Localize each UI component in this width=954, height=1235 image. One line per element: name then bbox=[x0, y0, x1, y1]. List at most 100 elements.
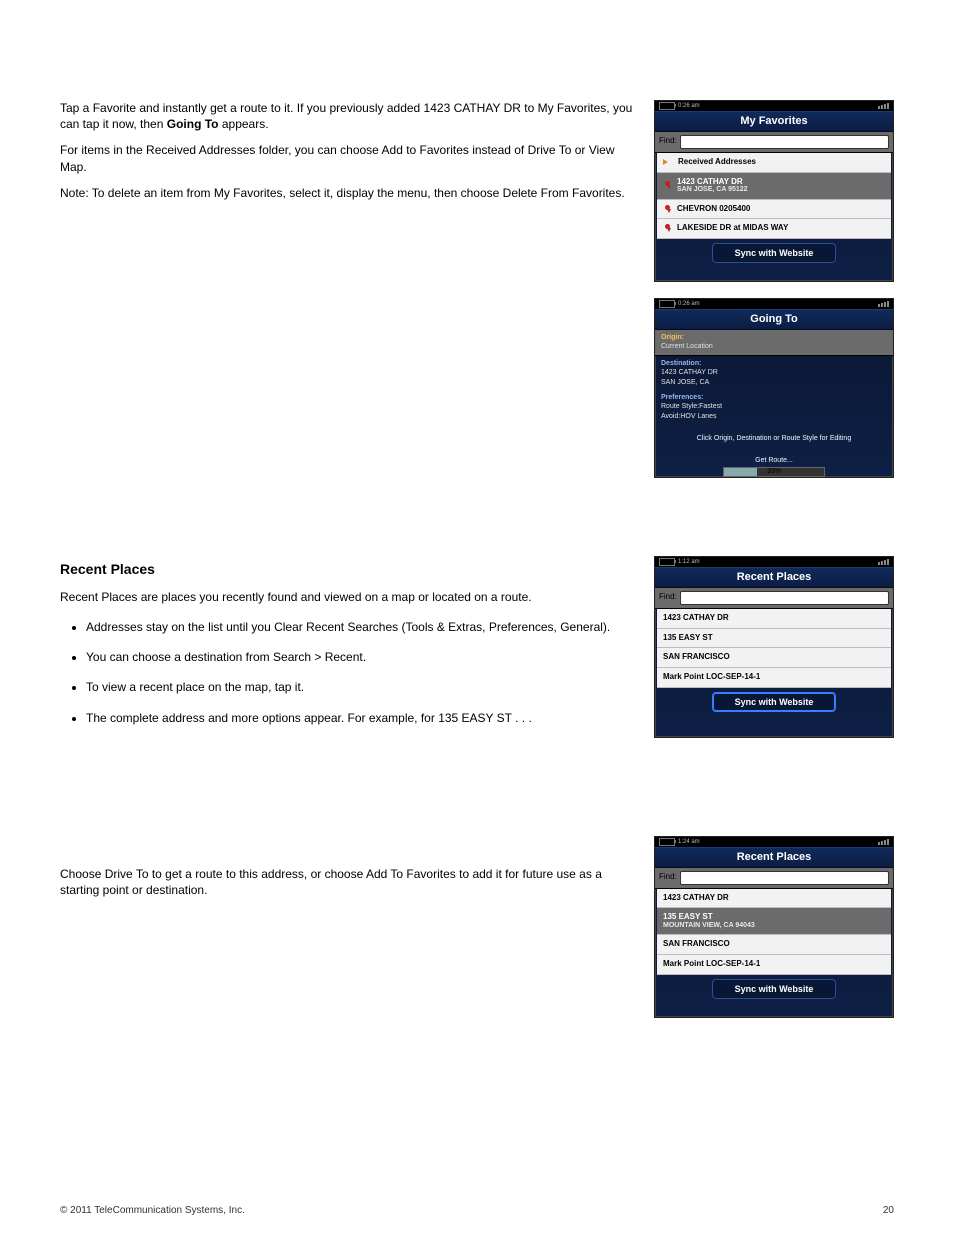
row-label: SAN FRANCISCO bbox=[663, 652, 730, 663]
recent-bullet: The complete address and more options ap… bbox=[86, 710, 634, 726]
status-bar: 0:26 am bbox=[655, 299, 893, 309]
origin-field[interactable]: Origin: Current Location bbox=[655, 330, 893, 355]
screen-title: Recent Places bbox=[655, 567, 893, 588]
status-bar: 1:12 am bbox=[655, 557, 893, 567]
footer-page-number: 20 bbox=[883, 1204, 894, 1218]
recent-bullet: Addresses stay on the list until you Cle… bbox=[86, 619, 634, 635]
row-label: CHEVRON 0205400 bbox=[677, 204, 750, 215]
page-footer: © 2011 TeleCommunication Systems, Inc. 2… bbox=[60, 1204, 894, 1218]
find-bar: Find: bbox=[655, 868, 893, 889]
battery-icon bbox=[659, 838, 675, 846]
recent-row[interactable]: 1423 CATHAY DR bbox=[657, 889, 891, 909]
screenshot-my-favorites: 0:26 am My Favorites Find: Received Addr… bbox=[654, 100, 894, 282]
find-input[interactable] bbox=[680, 871, 889, 885]
favorites-row[interactable]: CHEVRON 0205400 bbox=[657, 200, 891, 220]
screen-title: Going To bbox=[655, 309, 893, 330]
instruction-text: Click Origin, Destination or Route Style… bbox=[655, 434, 893, 443]
button-bar: Sync with Website bbox=[655, 239, 893, 269]
row-label: Mark Point LOC-SEP-14-1 bbox=[663, 672, 760, 683]
preferences-field[interactable]: Preferences: Route Style:Fastest Avoid:H… bbox=[655, 390, 893, 424]
recent-bullet-list: Addresses stay on the list until you Cle… bbox=[60, 619, 634, 726]
recent-row[interactable]: 135 EASY ST bbox=[657, 629, 891, 649]
find-label: Find: bbox=[659, 872, 677, 883]
origin-header: Origin: bbox=[661, 333, 887, 342]
destination-line1: 1423 CATHAY DR bbox=[661, 368, 887, 377]
folder-arrow-icon bbox=[663, 157, 673, 167]
signal-icon bbox=[878, 839, 889, 845]
row-label: 1423 CATHAY DR bbox=[677, 177, 748, 187]
screen-title: My Favorites bbox=[655, 111, 893, 132]
find-bar: Find: bbox=[655, 588, 893, 609]
destination-header: Destination: bbox=[661, 359, 887, 368]
row-label: Received Addresses bbox=[678, 157, 756, 168]
find-input[interactable] bbox=[680, 591, 889, 605]
recent-row[interactable]: SAN FRANCISCO bbox=[657, 935, 891, 955]
recent-row-selected[interactable]: 135 EASY ST MOUNTAIN VIEW, CA 94043 bbox=[657, 908, 891, 935]
footer-copyright: © 2011 TeleCommunication Systems, Inc. bbox=[60, 1204, 245, 1218]
recent-row[interactable]: SAN FRANCISCO bbox=[657, 648, 891, 668]
status-bar: 1:24 am bbox=[655, 837, 893, 847]
recent-bullet: You can choose a destination from Search… bbox=[86, 649, 634, 665]
recent-row[interactable]: Mark Point LOC-SEP-14-1 bbox=[657, 955, 891, 975]
favorites-row-received[interactable]: Received Addresses bbox=[657, 153, 891, 173]
button-bar: Sync with Website bbox=[655, 688, 893, 718]
row-label: 135 EASY ST bbox=[663, 633, 713, 644]
row-label: LAKESIDE DR at MIDAS WAY bbox=[677, 223, 788, 234]
status-time: 0:26 am bbox=[678, 102, 700, 110]
recent-para1: Recent Places are places you recently fo… bbox=[60, 589, 634, 605]
recent-para2: Choose Drive To to get a route to this a… bbox=[60, 866, 634, 898]
screenshot-recent-2: 1:24 am Recent Places Find: 1423 CATHAY … bbox=[654, 836, 894, 1018]
find-label: Find: bbox=[659, 592, 677, 603]
recent-row[interactable]: Mark Point LOC-SEP-14-1 bbox=[657, 668, 891, 688]
find-label: Find: bbox=[659, 136, 677, 147]
intro-paragraph-1: Tap a Favorite and instantly get a route… bbox=[60, 100, 634, 132]
battery-icon bbox=[659, 300, 675, 308]
intro-text-1a: Tap a Favorite and instantly get a route… bbox=[60, 101, 632, 131]
sync-button[interactable]: Sync with Website bbox=[712, 243, 837, 263]
preferences-line2: Avoid:HOV Lanes bbox=[661, 412, 887, 421]
row-label: 135 EASY ST bbox=[663, 912, 755, 922]
row-sub: SAN JOSE, CA 95122 bbox=[677, 186, 748, 194]
recent-bullet: To view a recent place on the map, tap i… bbox=[86, 679, 634, 695]
intro-paragraph-2: For items in the Received Addresses fold… bbox=[60, 142, 634, 174]
battery-icon bbox=[659, 102, 675, 110]
destination-line2: SAN JOSE, CA bbox=[661, 378, 887, 387]
find-bar: Find: bbox=[655, 132, 893, 153]
status-time: 0:26 am bbox=[678, 300, 700, 308]
pin-icon bbox=[663, 181, 672, 190]
screenshot-going-to: 0:26 am Going To Origin: Current Locatio… bbox=[654, 298, 894, 478]
screen-title: Recent Places bbox=[655, 847, 893, 868]
going-to-name: Going To bbox=[167, 117, 219, 131]
signal-icon bbox=[878, 559, 889, 565]
preferences-line1: Route Style:Fastest bbox=[661, 402, 887, 411]
status-time: 1:24 am bbox=[678, 838, 700, 846]
favorites-row-selected[interactable]: 1423 CATHAY DR SAN JOSE, CA 95122 bbox=[657, 173, 891, 200]
battery-icon bbox=[659, 558, 675, 566]
progress-wrap: Get Route... 33% bbox=[655, 456, 893, 477]
status-time: 1:12 am bbox=[678, 558, 700, 566]
pin-icon bbox=[663, 224, 672, 233]
row-label: 1423 CATHAY DR bbox=[663, 893, 729, 904]
progress-label: Get Route... bbox=[655, 456, 893, 465]
destination-field[interactable]: Destination: 1423 CATHAY DR SAN JOSE, CA bbox=[655, 356, 893, 390]
row-sub: MOUNTAIN VIEW, CA 94043 bbox=[663, 922, 755, 930]
pin-icon bbox=[663, 205, 672, 214]
origin-value: Current Location bbox=[661, 342, 887, 351]
row-label: SAN FRANCISCO bbox=[663, 939, 730, 950]
intro-text-1b: appears. bbox=[222, 117, 269, 131]
intro-note: Note: To delete an item from My Favorite… bbox=[60, 185, 634, 201]
progress-bar: 33% bbox=[723, 467, 825, 477]
signal-icon bbox=[878, 301, 889, 307]
status-bar: 0:26 am bbox=[655, 101, 893, 111]
find-input[interactable] bbox=[680, 135, 889, 149]
recent-heading: Recent Places bbox=[60, 560, 634, 579]
recent-row[interactable]: 1423 CATHAY DR bbox=[657, 609, 891, 629]
button-bar: Sync with Website bbox=[655, 975, 893, 1005]
sync-button[interactable]: Sync with Website bbox=[712, 979, 837, 999]
screenshot-recent-1: 1:12 am Recent Places Find: 1423 CATHAY … bbox=[654, 556, 894, 738]
row-label: Mark Point LOC-SEP-14-1 bbox=[663, 959, 760, 970]
sync-button[interactable]: Sync with Website bbox=[712, 692, 837, 712]
favorites-row[interactable]: LAKESIDE DR at MIDAS WAY bbox=[657, 219, 891, 239]
signal-icon bbox=[878, 103, 889, 109]
row-label: 1423 CATHAY DR bbox=[663, 613, 729, 624]
